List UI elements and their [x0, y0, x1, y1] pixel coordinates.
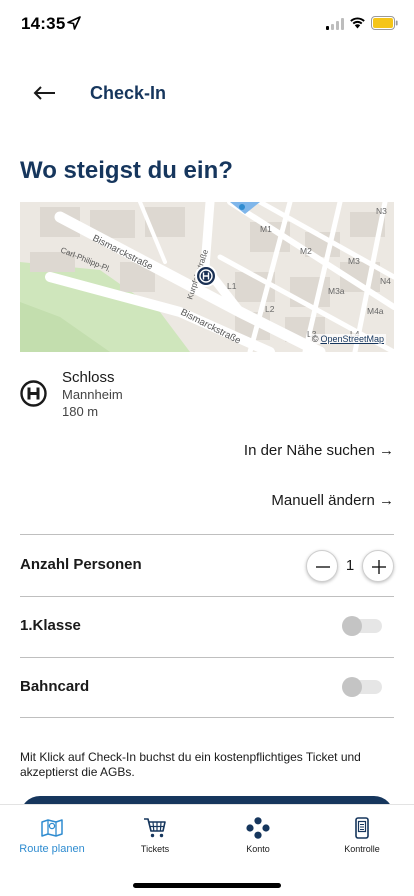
back-button[interactable]	[30, 80, 60, 106]
page-title: Check-In	[90, 83, 167, 103]
map-block-label: M4a	[367, 306, 384, 316]
home-indicator	[133, 883, 281, 888]
plus-icon	[372, 560, 386, 574]
map-block-label: M2	[300, 246, 312, 256]
wifi-icon	[350, 17, 365, 29]
change-manually-link[interactable]: Manuell ändern →	[271, 492, 394, 509]
decrement-button[interactable]	[306, 550, 338, 582]
copyright-icon: ©	[311, 334, 319, 344]
map-block-label: L1	[227, 281, 237, 291]
increment-button[interactable]	[362, 550, 394, 582]
tab-kontrolle[interactable]: Kontrolle	[312, 815, 412, 865]
map-attribution[interactable]: © OpenStreetMap	[309, 334, 386, 344]
persons-value: 1	[345, 557, 355, 574]
selected-stop: Schloss Mannheim 180 m	[20, 368, 394, 420]
phone-ticket-icon	[355, 817, 369, 839]
minus-icon	[316, 566, 330, 568]
legal-notice: Mit Klick auf Check-In buchst du ein kos…	[20, 750, 361, 779]
search-nearby-link[interactable]: In der Nähe suchen →	[244, 442, 394, 459]
map-block-label: N4	[380, 276, 391, 286]
divider	[20, 534, 394, 535]
tab-tickets[interactable]: Tickets	[105, 815, 205, 865]
persons-row: Anzahl Personen 1	[20, 536, 394, 596]
toggle-knob	[342, 677, 362, 697]
tab-konto[interactable]: Konto	[208, 815, 308, 865]
first-class-row: 1.Klasse	[20, 597, 394, 657]
location-arrow-icon	[67, 16, 81, 30]
stop-distance: 180 m	[62, 404, 99, 419]
persons-label: Anzahl Personen	[20, 556, 142, 573]
map-stop-marker[interactable]	[195, 265, 217, 287]
account-icon	[246, 817, 270, 839]
cellular-signal-icon	[326, 18, 344, 30]
bahncard-row: Bahncard	[20, 658, 394, 718]
map-attribution-link[interactable]: OpenStreetMap	[320, 334, 384, 344]
tab-label: Konto	[246, 844, 270, 854]
toggle-knob	[342, 616, 362, 636]
arrow-left-icon	[33, 86, 55, 100]
bus-stop-h-icon	[20, 380, 47, 407]
first-class-toggle[interactable]	[342, 616, 382, 636]
tab-label: Kontrolle	[344, 844, 380, 854]
tab-label: Route planen	[19, 843, 85, 855]
map-block-label: M1	[260, 224, 272, 234]
map-block-label: N3	[376, 206, 387, 216]
header: Check-In	[0, 72, 414, 116]
map-block-label: L2	[265, 304, 275, 314]
cart-icon	[144, 818, 166, 838]
map-block-label: M3	[348, 256, 360, 266]
battery-icon	[371, 16, 398, 30]
tab-route-planen[interactable]: Route planen	[2, 815, 102, 865]
status-time: 14:35	[21, 14, 66, 33]
bahncard-toggle[interactable]	[342, 677, 382, 697]
first-class-label: 1.Klasse	[20, 617, 81, 634]
divider	[20, 717, 394, 718]
bahncard-label: Bahncard	[20, 678, 90, 695]
stop-name: Schloss	[62, 369, 115, 386]
persons-stepper[interactable]: 1	[306, 550, 394, 582]
question-heading: Wo steigst du ein?	[20, 157, 233, 184]
map-tiles: Bismarckstraße Bismarckstraße Carl-Phili…	[20, 202, 394, 352]
status-bar: 14:35	[0, 0, 414, 48]
map-block-label: M3a	[328, 286, 345, 296]
tab-label: Tickets	[140, 844, 170, 854]
stop-city: Mannheim	[62, 387, 123, 402]
map-view[interactable]: Bismarckstraße Bismarckstraße Carl-Phili…	[20, 202, 394, 352]
map-icon	[41, 819, 63, 837]
